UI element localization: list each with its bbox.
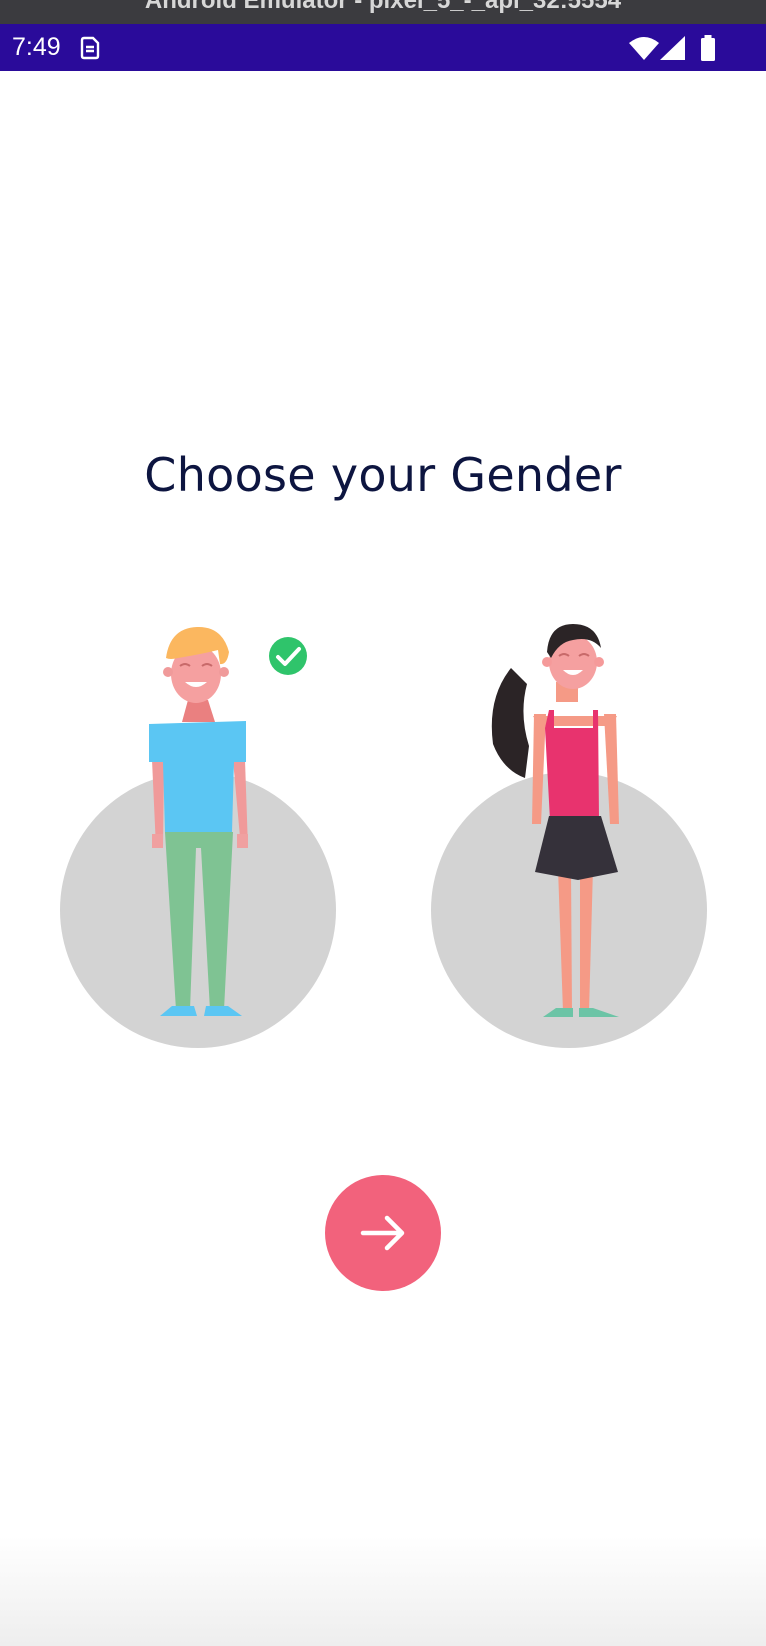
emulator-title-bar: Android Emulator - pixel_5_-_api_32:5554 xyxy=(0,0,766,24)
status-bar: 7:49 xyxy=(0,24,766,71)
sim-card-icon xyxy=(80,36,100,64)
check-circle-icon xyxy=(268,636,308,680)
gender-option-male[interactable] xyxy=(52,620,342,1050)
male-avatar-icon xyxy=(60,626,336,1048)
cell-signal-icon xyxy=(660,36,686,64)
page-title: Choose your Gender xyxy=(144,448,622,502)
emulator-title: Android Emulator - pixel_5_-_api_32:5554 xyxy=(144,0,622,14)
battery-icon xyxy=(700,35,716,65)
arrow-right-icon xyxy=(360,1215,405,1251)
status-time: 7:49 xyxy=(12,33,61,61)
wifi-icon xyxy=(628,36,660,64)
female-avatar-icon xyxy=(431,624,707,1048)
gender-option-female[interactable] xyxy=(423,620,713,1050)
next-button[interactable] xyxy=(325,1175,441,1291)
bottom-gesture-area xyxy=(0,1536,766,1646)
